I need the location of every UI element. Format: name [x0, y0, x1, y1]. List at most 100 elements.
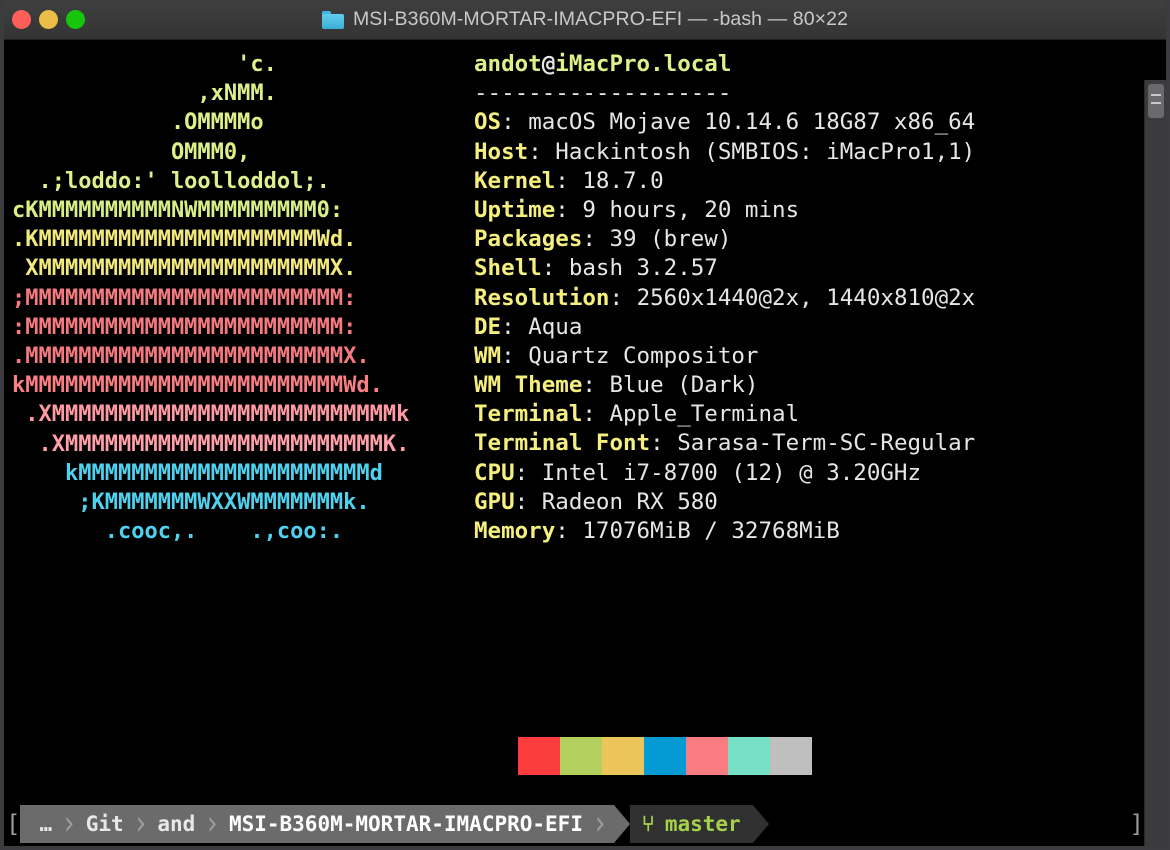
breadcrumb-chevron-icon: ›	[591, 805, 608, 843]
ascii-art-line: :MMMMMMMMMMMMMMMMMMMMMMMM:	[12, 314, 357, 340]
terminal-window: MSI-B360M-MORTAR-IMACPRO-EFI — -bash — 8…	[0, 0, 1170, 850]
vertical-scrollbar[interactable]	[1144, 80, 1166, 846]
neofetch-entry-separator: :	[582, 226, 610, 253]
ascii-art-line: ;MMMMMMMMMMMMMMMMMMMMMMMM:	[12, 285, 357, 311]
neofetch-entry-separator: :	[514, 459, 542, 486]
minimize-button[interactable]	[39, 10, 58, 29]
neofetch-entry-value: 18.7.0	[582, 167, 664, 194]
neofetch-entry-value: Radeon RX 580	[541, 488, 718, 515]
ascii-art-line: XMMMMMMMMMMMMMMMMMMMMMMX.	[12, 256, 357, 282]
neofetch-entry-value: 2560x1440@2x, 1440x810@2x	[636, 284, 976, 311]
neofetch-entry-separator: :	[609, 284, 637, 311]
neofetch-entry-key: Uptime	[474, 196, 556, 223]
ascii-art-line: .MMMMMMMMMMMMMMMMMMMMMMMMX.	[12, 344, 370, 370]
ascii-art-line: 'c.	[12, 52, 277, 77]
close-button[interactable]	[12, 10, 31, 29]
ascii-art-line: .KMMMMMMMMMMMMMMMMMMMMMWd.	[12, 227, 357, 253]
neofetch-entry-separator: :	[541, 255, 569, 282]
neofetch-entry-key: Shell	[474, 255, 542, 282]
neofetch-entry-separator: :	[555, 167, 583, 194]
neofetch-separator: -------------------	[474, 80, 732, 107]
ascii-art-line: kMMMMMMMMMMMMMMMMMMMMMMMMWd.	[12, 373, 383, 399]
neofetch-entry-value: Apple_Terminal	[609, 401, 800, 428]
palette-swatch	[770, 737, 812, 775]
breadcrumb-segment: and	[157, 812, 196, 836]
neofetch-entry-separator: :	[582, 372, 610, 399]
neofetch-entry-key: Terminal	[474, 401, 583, 428]
ascii-art-line: cKMMMMMMMMMMNWMMMMMMMMM0:	[12, 198, 344, 224]
neofetch-entry-value: Sarasa-Term-SC-Regular	[677, 430, 976, 457]
terminal-content-area[interactable]: 'c. ,xNMM. .OMMMMo OMMM0, .;loddo:' lool…	[4, 40, 1166, 846]
scrollbar-thumb[interactable]	[1148, 84, 1164, 118]
neofetch-entry: Packages: 39 (brew)	[474, 225, 975, 254]
neofetch-entry-key: DE	[474, 313, 502, 340]
neofetch-entry: Shell: bash 3.2.57	[474, 254, 975, 283]
ascii-art-line: .OMMMMo	[12, 110, 264, 136]
palette-swatch	[728, 737, 770, 775]
palette-swatch	[644, 737, 686, 775]
neofetch-entry: WM: Quartz Compositor	[474, 342, 975, 371]
neofetch-entry-separator: :	[555, 518, 583, 544]
neofetch-entry-separator: :	[514, 488, 542, 515]
neofetch-entry-key: GPU	[474, 488, 515, 515]
shell-prompt-bar: [ … › Git › and › MSI-B360M-MORTAR-IMACPRO-EFI…	[4, 805, 1144, 843]
neofetch-entry-separator: :	[555, 196, 583, 223]
palette-swatch	[686, 737, 728, 775]
powerline-arrow-path	[613, 805, 630, 843]
neofetch-entry-value: macOS Mojave 10.14.6 18G87 x86_64	[528, 109, 976, 136]
neofetch-entry: Kernel: 18.7.0	[474, 167, 975, 196]
ascii-art-line: ;KMMMMMMMWXXWMMMMMMMk.	[12, 490, 370, 516]
neofetch-hostname: iMacPro.local	[555, 51, 732, 77]
neofetch-entry-value: 9 hours, 20 mins	[582, 196, 800, 223]
neofetch-entry-key: WM Theme	[474, 372, 583, 399]
ascii-art-line: OMMM0,	[12, 139, 251, 165]
git-branch-name: master	[664, 812, 741, 836]
neofetch-entry: CPU: Intel i7-8700 (12) @ 3.20GHz	[474, 459, 975, 488]
neofetch-entry-separator: :	[501, 313, 529, 340]
prompt-bracket-right: ]	[1129, 810, 1144, 838]
neofetch-entry-value: Blue (Dark)	[609, 372, 759, 399]
neofetch-entry: Terminal Font: Sarasa-Term-SC-Regular	[474, 429, 975, 458]
prompt-git-segment: ⑂ master	[629, 805, 753, 843]
neofetch-entry-separator: :	[501, 109, 529, 136]
neofetch-username: andot	[474, 51, 542, 77]
prompt-path-segment: … › Git › and › MSI-B360M-MORTAR-IMACPRO-EFI ›	[20, 805, 614, 843]
breadcrumb-segment: Git	[85, 812, 124, 836]
neofetch-entry-separator: :	[650, 430, 678, 457]
neofetch-entry-key: Host	[474, 138, 529, 165]
ascii-art-line: .cooc,. .,coo:.	[12, 519, 344, 545]
neofetch-entry: Resolution: 2560x1440@2x, 1440x810@2x	[474, 284, 975, 313]
breadcrumb-segment: MSI-B360M-MORTAR-IMACPRO-EFI	[228, 812, 583, 836]
neofetch-entry-value: Quartz Compositor	[528, 342, 759, 369]
window-controls	[4, 10, 85, 29]
palette-swatch	[518, 737, 560, 775]
neofetch-entry: Terminal: Apple_Terminal	[474, 400, 975, 429]
neofetch-entry-value: Intel i7-8700 (12) @ 3.20GHz	[541, 459, 922, 486]
ascii-art-line: .XMMMMMMMMMMMMMMMMMMMMMMMMK.	[12, 431, 410, 457]
ascii-art-line: ,xNMM.	[12, 81, 277, 107]
palette-swatch	[560, 737, 602, 775]
neofetch-entry-key: Packages	[474, 226, 583, 253]
neofetch-at-symbol: @	[541, 51, 556, 77]
neofetch-entry: Memory: 17076MiB / 32768MiB	[474, 517, 975, 546]
neofetch-entry: DE: Aqua	[474, 313, 975, 342]
neofetch-output: 'c. ,xNMM. .OMMMMo OMMM0, .;loddo:' lool…	[4, 40, 1144, 800]
window-title: MSI-B360M-MORTAR-IMACPRO-EFI — -bash — 8…	[352, 8, 849, 30]
neofetch-userhost-line: andot@iMacPro.local	[474, 50, 975, 79]
titlebar-center: MSI-B360M-MORTAR-IMACPRO-EFI — -bash — 8…	[4, 0, 1166, 39]
neofetch-entry-key: Memory	[474, 518, 556, 544]
neofetch-entry-key: OS	[474, 109, 502, 136]
neofetch-entry-value: bash 3.2.57	[568, 255, 718, 282]
palette-swatch	[602, 737, 644, 775]
neofetch-entry-key: CPU	[474, 459, 515, 486]
neofetch-entry-key: Kernel	[474, 167, 556, 194]
ascii-art-line: kMMMMMMMMMMMMMMMMMMMMMMd	[12, 460, 383, 486]
neofetch-entry-separator: :	[501, 342, 529, 369]
neofetch-info-block: andot@iMacPro.local ------------------- OS…	[474, 50, 975, 546]
neofetch-entry-value: 39 (brew)	[609, 226, 732, 253]
zoom-button[interactable]	[66, 10, 85, 29]
neofetch-entry-key: Terminal Font	[474, 430, 651, 457]
window-titlebar: MSI-B360M-MORTAR-IMACPRO-EFI — -bash — 8…	[4, 0, 1166, 40]
neofetch-entry-value: Hackintosh (SMBIOS: iMacPro1,1)	[555, 138, 976, 165]
neofetch-entry: Host: Hackintosh (SMBIOS: iMacPro1,1)	[474, 138, 975, 167]
